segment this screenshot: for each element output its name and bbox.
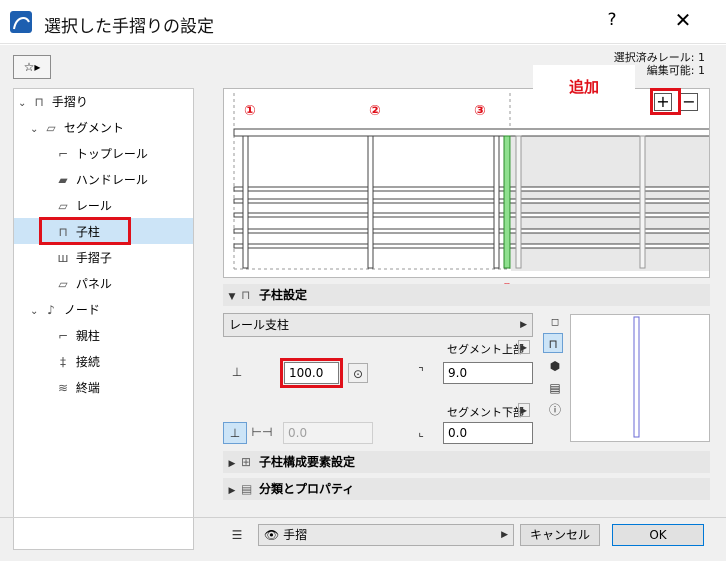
marker-1: ① [244, 103, 256, 119]
railing-elevation-drawing [233, 93, 709, 271]
footer-divider [0, 517, 726, 518]
post-side-preview [570, 314, 710, 442]
cancel-button[interactable]: キャンセル [520, 524, 600, 546]
tree-item-node[interactable]: ⌄ ♪ ノード [30, 298, 100, 322]
expand-caret-icon: ▶ [228, 486, 236, 496]
marker-2: ② [369, 103, 381, 119]
tree-item-label: 親柱 [75, 329, 100, 343]
segment-top-field[interactable]: 9.0 [443, 362, 533, 384]
expand-caret-icon[interactable]: ⌄ [18, 92, 30, 116]
section-title: 子柱設定 [259, 288, 308, 302]
segment-top-menu-icon[interactable]: ▶ [518, 340, 530, 354]
tree-item-connection[interactable]: ‡ 接続 [54, 350, 100, 374]
offset-field[interactable]: 0.0 [283, 422, 373, 444]
ok-button[interactable]: OK [612, 524, 704, 546]
segment-top-label: セグメント上部 [447, 343, 524, 356]
railing-icon: ⊓ [34, 95, 44, 109]
tree-item-panel[interactable]: ▱ パネル [54, 272, 112, 296]
tree-item-label: ハンドレール [75, 173, 148, 187]
section-classification[interactable]: ▶ ▤ 分類とプロパティ [223, 478, 710, 500]
add-annotation-label: 追加 [533, 65, 635, 109]
app-logo-icon [10, 11, 32, 33]
view-2d-icon[interactable]: ◻ [545, 313, 565, 333]
expand-caret-icon[interactable]: ⌄ [30, 300, 42, 324]
layer-value: 手摺 [283, 528, 308, 542]
collapse-caret-icon: ▼ [228, 292, 236, 302]
highlight-post-tree-item [39, 217, 131, 245]
view-elevation-icon[interactable]: ⊓ [543, 333, 563, 353]
baluster-icon: ш [57, 251, 69, 265]
node-icon: ♪ [47, 303, 55, 317]
settings-tree: ⌄ ⊓ 手摺り ⌄ ▱ セグメント ⌐ トップレール ▰ ハンドレール ▱ レール … [13, 88, 194, 550]
expand-caret-icon[interactable]: ⌄ [30, 118, 42, 142]
remove-post-button[interactable]: − [680, 93, 698, 111]
components-icon: ⊞ [241, 455, 252, 469]
favorites-button[interactable]: ☆▸ [13, 55, 51, 79]
layer-dropdown[interactable]: 👁 手摺 ▶ [258, 524, 514, 546]
view-section-icon[interactable]: ▤ [545, 378, 565, 398]
segment-bottom-label: セグメント下部 [447, 406, 524, 419]
section-title: 分類とプロパティ [259, 482, 355, 496]
expand-caret-icon: ▶ [228, 459, 236, 469]
connection-icon: ‡ [60, 355, 66, 369]
tree-item-label: ノード [63, 303, 100, 317]
view-3d-icon[interactable]: ⬢ [545, 356, 565, 376]
highlight-height-field [280, 358, 343, 388]
marker-3: ③ [474, 103, 486, 119]
tree-item-handrail[interactable]: ▰ ハンドレール [54, 168, 148, 192]
main-post-icon: ⌐ [57, 329, 69, 343]
post-icon: ⊓ [241, 288, 251, 302]
dropdown-value: レール支柱 [229, 318, 290, 332]
align-center-icon[interactable]: ⊥ [223, 422, 247, 444]
tree-item-label: レール [75, 199, 112, 213]
section-title: 子柱構成要素設定 [259, 455, 356, 469]
tree-item-label: パネル [75, 277, 112, 291]
height-dimension-icon: ⊥ [231, 365, 243, 379]
bottom-offset-icon: ⌞ [418, 425, 424, 439]
tree-item-rail[interactable]: ▱ レール [54, 194, 112, 218]
top-rail-icon: ⌐ [57, 147, 69, 161]
segment-bottom-menu-icon[interactable]: ▶ [518, 403, 530, 417]
tree-item-segment[interactable]: ⌄ ▱ セグメント [30, 116, 124, 140]
close-button[interactable]: ✕ [668, 8, 698, 36]
highlight-add-button [650, 88, 681, 115]
dropdown-arrow-icon: ▶ [520, 320, 527, 330]
tree-item-end[interactable]: ≋ 終端 [54, 376, 100, 400]
end-icon: ≋ [57, 381, 69, 395]
selected-count: 選択済みレール: 1 [613, 51, 705, 64]
tree-item-label: 手摺子 [75, 251, 112, 265]
section-post-settings[interactable]: ▼ ⊓ 子柱設定 [223, 284, 710, 306]
help-button[interactable]: ? [600, 10, 624, 34]
top-offset-icon: ⌝ [418, 365, 424, 379]
tree-item-railing[interactable]: ⌄ ⊓ 手摺り [18, 90, 88, 114]
post-profile-drawing [633, 316, 640, 438]
tree-item-baluster[interactable]: ш 手摺子 [54, 246, 112, 270]
distance-spacing-icon[interactable]: ⊢⊣ [250, 422, 274, 444]
info-icon[interactable]: ⓘ [545, 400, 565, 420]
handrail-icon: ▰ [58, 173, 68, 187]
tree-item-main-post[interactable]: ⌐ 親柱 [54, 324, 100, 348]
link-lock-icon[interactable]: ⊙ [348, 363, 368, 383]
panel-icon: ▱ [58, 277, 68, 291]
railing-preview[interactable]: ① ② ③ [223, 88, 710, 278]
dropdown-arrow-icon: ▶ [501, 530, 508, 540]
tree-item-label: トップレール [75, 147, 148, 161]
segment-icon: ▱ [46, 121, 56, 135]
layers-icon: ☰ [231, 528, 243, 542]
tree-item-label: 終端 [75, 381, 100, 395]
tree-item-top-rail[interactable]: ⌐ トップレール [54, 142, 148, 166]
favorites-star-icon: ☆▸ [23, 60, 41, 74]
dialog-title: 選択した手摺りの設定 [44, 17, 214, 37]
section-post-components[interactable]: ▶ ⊞ 子柱構成要素設定 [223, 451, 710, 473]
post-type-dropdown[interactable]: レール支柱 ▶ [223, 313, 533, 337]
properties-icon: ▤ [241, 482, 253, 496]
tree-item-label: セグメント [63, 121, 124, 135]
segment-bottom-field[interactable]: 0.0 [443, 422, 533, 444]
visibility-eye-icon: 👁 [264, 528, 280, 542]
tree-item-label: 接続 [75, 355, 100, 369]
tree-item-label: 手摺り [51, 95, 88, 109]
rail-icon: ▱ [58, 199, 68, 213]
